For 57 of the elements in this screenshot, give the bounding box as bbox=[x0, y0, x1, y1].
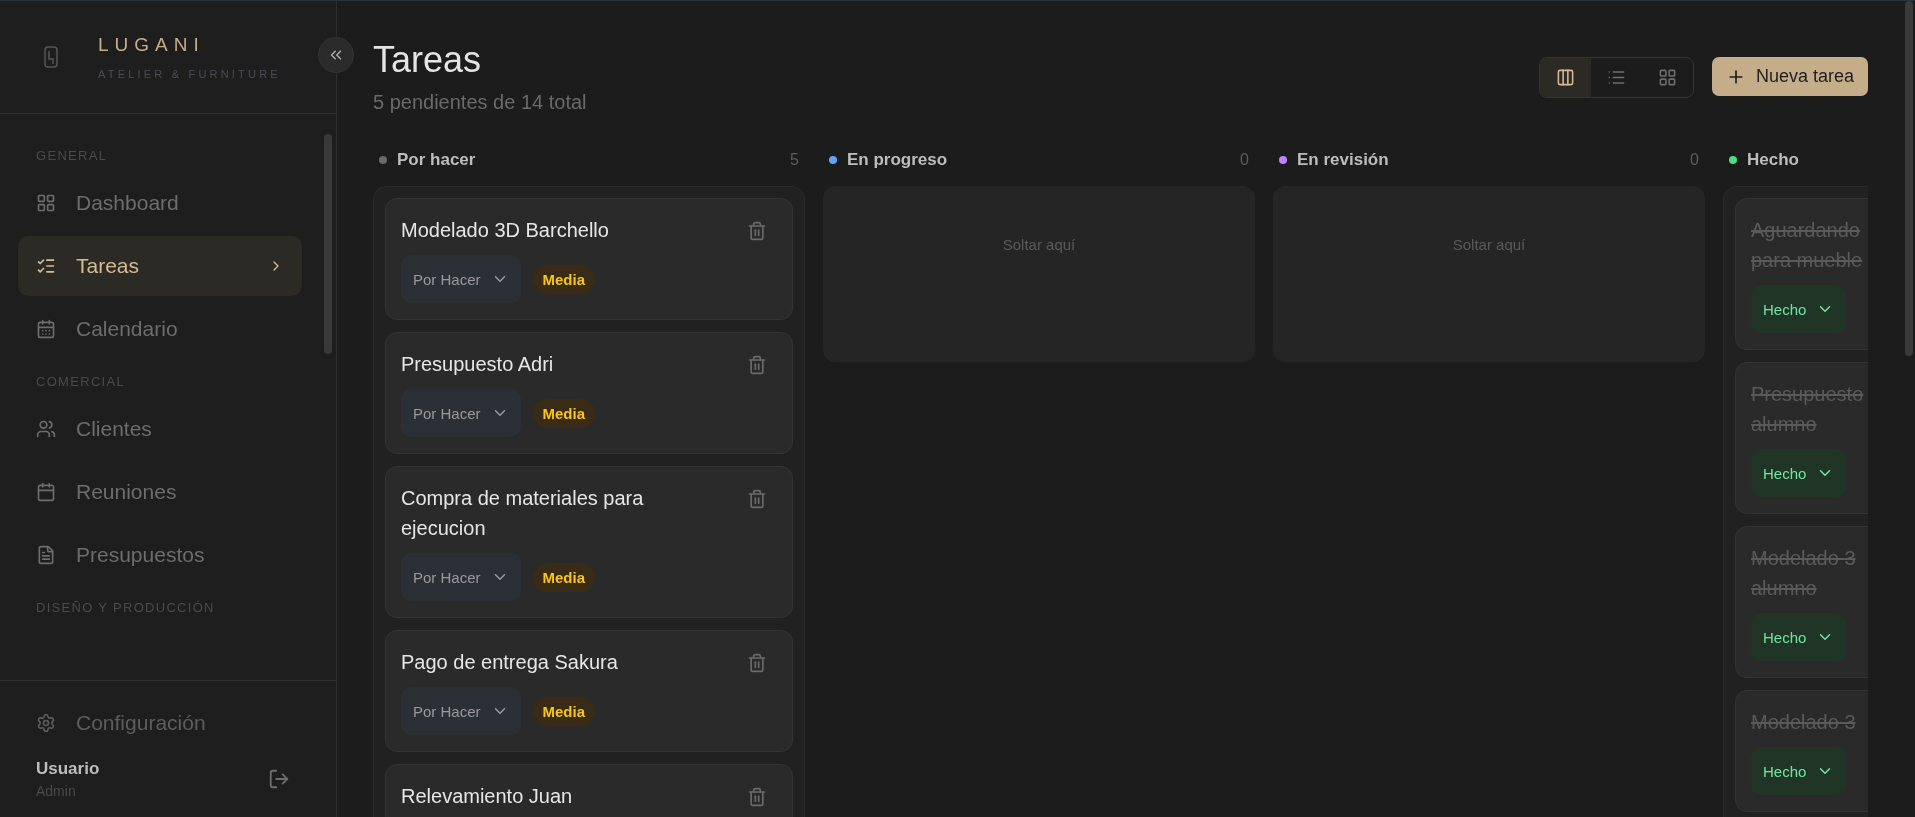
priority-badge: Media bbox=[532, 696, 596, 726]
task-card[interactable]: Relevamiento Juan bbox=[385, 764, 793, 817]
status-select[interactable]: Por Hacer bbox=[401, 553, 521, 601]
status-select[interactable]: Hecho bbox=[1751, 449, 1847, 497]
users-icon bbox=[36, 419, 56, 439]
status-select[interactable]: Hecho bbox=[1751, 613, 1847, 661]
status-select[interactable]: Hecho bbox=[1751, 285, 1847, 333]
task-title: Presupuesto Adri bbox=[401, 352, 554, 377]
priority-badge: Media bbox=[532, 264, 596, 294]
column-title: Por hacer bbox=[397, 150, 477, 170]
column-title: En revisión bbox=[1297, 150, 1390, 170]
status-select[interactable]: Por Hacer bbox=[401, 255, 521, 303]
delete-icon[interactable] bbox=[747, 787, 767, 807]
board-view-button[interactable] bbox=[1539, 58, 1591, 97]
logout-button[interactable] bbox=[268, 768, 290, 790]
column-count: 0 bbox=[1240, 151, 1249, 169]
delete-icon[interactable] bbox=[747, 221, 767, 241]
task-card[interactable]: Modelado 3D Barchello Por Hacer Media bbox=[385, 198, 793, 320]
status-select[interactable]: Por Hacer bbox=[401, 389, 521, 437]
column-title: Hecho bbox=[1747, 150, 1800, 170]
delete-icon[interactable] bbox=[747, 355, 767, 375]
brand-name: LUGANI bbox=[98, 34, 206, 56]
settings-icon bbox=[36, 713, 56, 733]
task-card[interactable]: Presupuesto Adri Por Hacer Media bbox=[385, 332, 793, 454]
calendar-icon bbox=[36, 482, 56, 502]
checklist-icon bbox=[36, 256, 56, 276]
collapse-sidebar-button[interactable] bbox=[318, 37, 354, 73]
new-task-button[interactable]: Nueva tarea bbox=[1711, 57, 1868, 96]
columns-icon bbox=[1555, 68, 1575, 87]
page-title: Tareas bbox=[373, 39, 483, 81]
user-name: Usuario bbox=[36, 759, 100, 779]
column-count: 0 bbox=[1690, 151, 1699, 169]
delete-icon[interactable] bbox=[747, 489, 767, 509]
sidebar-item[interactable]: Tareas bbox=[18, 236, 302, 296]
grid-icon bbox=[1657, 68, 1677, 87]
scrollbar-thumb[interactable] bbox=[324, 134, 332, 354]
delete-icon[interactable] bbox=[747, 653, 767, 673]
priority-badge: Media bbox=[532, 398, 596, 428]
task-title: Compra de materiales para ejecucion bbox=[401, 486, 645, 541]
logout-icon bbox=[268, 768, 290, 790]
page-subtitle: 5 pendientes de 14 total bbox=[373, 91, 587, 114]
column-count: 5 bbox=[790, 151, 799, 169]
logo-icon bbox=[44, 46, 58, 68]
task-title: Relevamiento Juan bbox=[401, 784, 573, 809]
column-title: En progreso bbox=[847, 150, 949, 170]
status-select[interactable]: Hecho bbox=[1751, 747, 1847, 795]
task-card[interactable]: Compra de materiales para ejecucion Por Hacer Media bbox=[385, 466, 793, 618]
priority-badge: Media bbox=[532, 562, 596, 592]
calendar-icon bbox=[36, 319, 56, 339]
scrollbar-thumb[interactable] bbox=[1905, 1, 1913, 356]
list-icon bbox=[1606, 68, 1626, 87]
document-icon bbox=[36, 545, 56, 565]
dashboard-icon bbox=[36, 193, 56, 213]
task-title: Pago de entrega Sakura bbox=[401, 650, 618, 675]
task-card[interactable]: Pago de entrega Sakura Por Hacer Media bbox=[385, 630, 793, 752]
status-select[interactable]: Por Hacer bbox=[401, 687, 521, 735]
task-title: Modelado 3D Barchello bbox=[401, 218, 609, 243]
